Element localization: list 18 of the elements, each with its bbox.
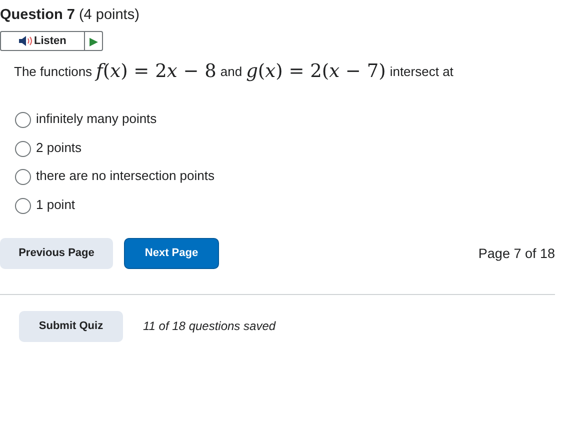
question-title: Question 7 (4 points): [0, 6, 140, 23]
previous-page-button[interactable]: Previous Page: [0, 238, 113, 269]
listen-button[interactable]: Listen: [1, 32, 85, 50]
radio-button[interactable]: [15, 112, 31, 128]
option-label[interactable]: infinitely many points: [36, 110, 157, 126]
radio-button[interactable]: [15, 169, 31, 186]
submit-quiz-button[interactable]: Submit Quiz: [19, 310, 123, 342]
play-button[interactable]: ▶: [85, 32, 102, 50]
radio-button[interactable]: [15, 198, 31, 214]
save-status: 11 of 18 questions saved: [143, 319, 276, 334]
option-label[interactable]: there are no intersection points: [36, 168, 214, 184]
question-text: The functions f(x) = 2x − 8 and g(x) = 2(x − 7) intersect at: [14, 61, 454, 82]
speaker-icon: [19, 36, 32, 46]
radio-button[interactable]: [15, 140, 31, 157]
option-label[interactable]: 2 points: [36, 140, 82, 155]
next-page-button[interactable]: Next Page: [124, 238, 219, 269]
option-label[interactable]: 1 point: [36, 196, 76, 212]
page-indicator: Page 7 of 18: [478, 246, 555, 261]
